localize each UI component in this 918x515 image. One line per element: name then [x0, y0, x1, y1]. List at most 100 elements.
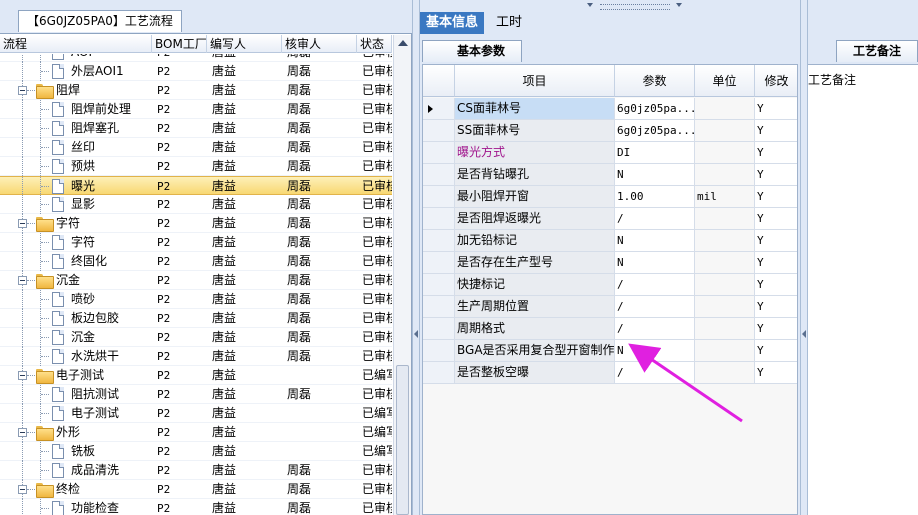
param-modify-cell[interactable]: Y [755, 230, 797, 252]
tree-row[interactable]: 终固化 P2 唐益 周磊 已审核 [0, 252, 392, 271]
tree-row[interactable]: 终检 P2 唐益 周磊 已审核 [0, 480, 392, 499]
param-row[interactable]: CS面菲林号 6g0jz05pa... Y [423, 98, 797, 120]
tree-row[interactable]: 水洗烘干 P2 唐益 周磊 已审核 [0, 347, 392, 366]
grid-col-header[interactable]: 项目 [455, 65, 615, 97]
tree-row[interactable]: 外层AOI1 P2 唐益 周磊 已审核 [0, 62, 392, 81]
param-unit-cell[interactable] [695, 164, 755, 186]
param-value-cell[interactable]: N [615, 340, 695, 362]
tab-process-remarks[interactable]: 工艺备注 [836, 40, 918, 62]
param-value-cell[interactable]: N [615, 230, 695, 252]
param-row[interactable]: 加无铅标记 N Y [423, 230, 797, 252]
scroll-thumb[interactable] [396, 365, 409, 515]
tree-row[interactable]: 字符 P2 唐益 周磊 已审核 [0, 214, 392, 233]
tree-row[interactable]: 阻焊塞孔 P2 唐益 周磊 已审核 [0, 119, 392, 138]
tree-row[interactable]: 曝光 P2 唐益 周磊 已审核 [0, 176, 392, 196]
tree-row[interactable]: 成品清洗 P2 唐益 周磊 已审核 [0, 461, 392, 480]
tree-row[interactable]: 外形 P2 唐益 已编写 [0, 423, 392, 442]
param-modify-cell[interactable]: Y [755, 208, 797, 230]
param-value-cell[interactable]: / [615, 296, 695, 318]
param-modify-cell[interactable]: Y [755, 98, 797, 120]
param-row[interactable]: 是否阻焊返曝光 / Y [423, 208, 797, 230]
tree-row[interactable]: 功能检查 P2 唐益 周磊 已审核 [0, 499, 392, 515]
param-unit-cell[interactable] [695, 98, 755, 120]
collapse-icon[interactable] [18, 371, 27, 380]
param-value-cell[interactable]: / [615, 318, 695, 340]
param-unit-cell[interactable] [695, 318, 755, 340]
tree-scrollbar[interactable] [393, 35, 411, 515]
tree-row[interactable]: 沉金 P2 唐益 周磊 已审核 [0, 328, 392, 347]
param-value-cell[interactable]: 6g0jz05pa... [615, 98, 695, 120]
param-unit-cell[interactable] [695, 142, 755, 164]
tab-work-hours[interactable]: 工时 [490, 12, 528, 34]
tree-row[interactable]: 喷砂 P2 唐益 周磊 已审核 [0, 290, 392, 309]
tree-row[interactable]: 电子测试 P2 唐益 已编写 [0, 366, 392, 385]
param-unit-cell[interactable] [695, 120, 755, 142]
param-unit-cell[interactable] [695, 296, 755, 318]
param-row[interactable]: 周期格式 / Y [423, 318, 797, 340]
tree-row[interactable]: 阻焊 P2 唐益 周磊 已审核 [0, 81, 392, 100]
tree-row[interactable]: 字符 P2 唐益 周磊 已审核 [0, 233, 392, 252]
tree-col-header[interactable]: 流程 [0, 35, 152, 53]
tree-row[interactable]: 阻抗测试 P2 唐益 周磊 已审核 [0, 385, 392, 404]
tree-col-header[interactable]: 核审人 [282, 35, 357, 53]
param-value-cell[interactable]: 1.00 [615, 186, 695, 208]
tree-row[interactable]: 沉金 P2 唐益 周磊 已审核 [0, 271, 392, 290]
param-unit-cell[interactable] [695, 362, 755, 384]
left-splitter[interactable] [412, 0, 420, 515]
grid-col-header[interactable]: 参数 [615, 65, 695, 97]
param-unit-cell[interactable] [695, 274, 755, 296]
grid-col-header[interactable]: 单位 [695, 65, 755, 97]
scroll-up-icon[interactable] [398, 40, 408, 46]
tree-row[interactable]: 电子测试 P2 唐益 已编写 [0, 404, 392, 423]
tab-basic-info[interactable]: 基本信息 [420, 12, 485, 34]
param-row[interactable]: 快捷标记 / Y [423, 274, 797, 296]
param-modify-cell[interactable]: Y [755, 186, 797, 208]
right-splitter[interactable] [800, 0, 808, 515]
param-unit-cell[interactable]: mil [695, 186, 755, 208]
param-modify-cell[interactable]: Y [755, 274, 797, 296]
collapse-down-icon[interactable] [676, 3, 682, 7]
tree-row[interactable]: 板边包胶 P2 唐益 周磊 已审核 [0, 309, 392, 328]
param-modify-cell[interactable]: Y [755, 164, 797, 186]
tree-row[interactable]: 预烘 P2 唐益 周磊 已审核 [0, 157, 392, 176]
collapse-icon[interactable] [18, 219, 27, 228]
param-row[interactable]: 是否整板空曝 / Y [423, 362, 797, 384]
collapse-icon[interactable] [18, 276, 27, 285]
param-modify-cell[interactable]: Y [755, 252, 797, 274]
param-modify-cell[interactable]: Y [755, 318, 797, 340]
param-row[interactable]: SS面菲林号 6g0jz05pa... Y [423, 120, 797, 142]
param-unit-cell[interactable] [695, 208, 755, 230]
tree-col-header[interactable]: BOM工厂 [152, 35, 207, 53]
param-row[interactable]: BGA是否采用复合型开窗制作 N Y [423, 340, 797, 362]
param-value-cell[interactable]: N [615, 164, 695, 186]
param-modify-cell[interactable]: Y [755, 340, 797, 362]
tree-row[interactable]: 阻焊前处理 P2 唐益 周磊 已审核 [0, 100, 392, 119]
param-value-cell[interactable]: DI [615, 142, 695, 164]
param-modify-cell[interactable]: Y [755, 296, 797, 318]
param-row[interactable]: 是否存在生产型号 N Y [423, 252, 797, 274]
param-modify-cell[interactable]: Y [755, 362, 797, 384]
param-unit-cell[interactable] [695, 340, 755, 362]
tree-col-header[interactable]: 编写人 [207, 35, 282, 53]
param-unit-cell[interactable] [695, 252, 755, 274]
collapse-left-icon[interactable] [414, 330, 418, 338]
tab-basic-params[interactable]: 基本参数 [422, 40, 522, 62]
param-row[interactable]: 生产周期位置 / Y [423, 296, 797, 318]
param-unit-cell[interactable] [695, 230, 755, 252]
param-value-cell[interactable]: / [615, 208, 695, 230]
collapse-icon[interactable] [18, 485, 27, 494]
param-row[interactable]: 最小阻焊开窗 1.00 mil Y [423, 186, 797, 208]
tree-row[interactable]: 铣板 P2 唐益 已编写 [0, 442, 392, 461]
tree-row[interactable]: 显影 P2 唐益 周磊 已审核 [0, 195, 392, 214]
collapse-down-icon[interactable] [587, 3, 593, 7]
grid-col-header[interactable]: 修改 [755, 65, 797, 97]
collapse-icon[interactable] [18, 428, 27, 437]
param-value-cell[interactable]: / [615, 362, 695, 384]
param-row[interactable]: 曝光方式 DI Y [423, 142, 797, 164]
remarks-content[interactable]: 工艺备注 [808, 64, 918, 515]
collapse-right-icon[interactable] [802, 330, 806, 338]
param-modify-cell[interactable]: Y [755, 120, 797, 142]
tree-row[interactable]: 丝印 P2 唐益 周磊 已审核 [0, 138, 392, 157]
tab-process-flow[interactable]: 【6G0JZ05PA0】工艺流程 [18, 10, 182, 32]
param-modify-cell[interactable]: Y [755, 142, 797, 164]
